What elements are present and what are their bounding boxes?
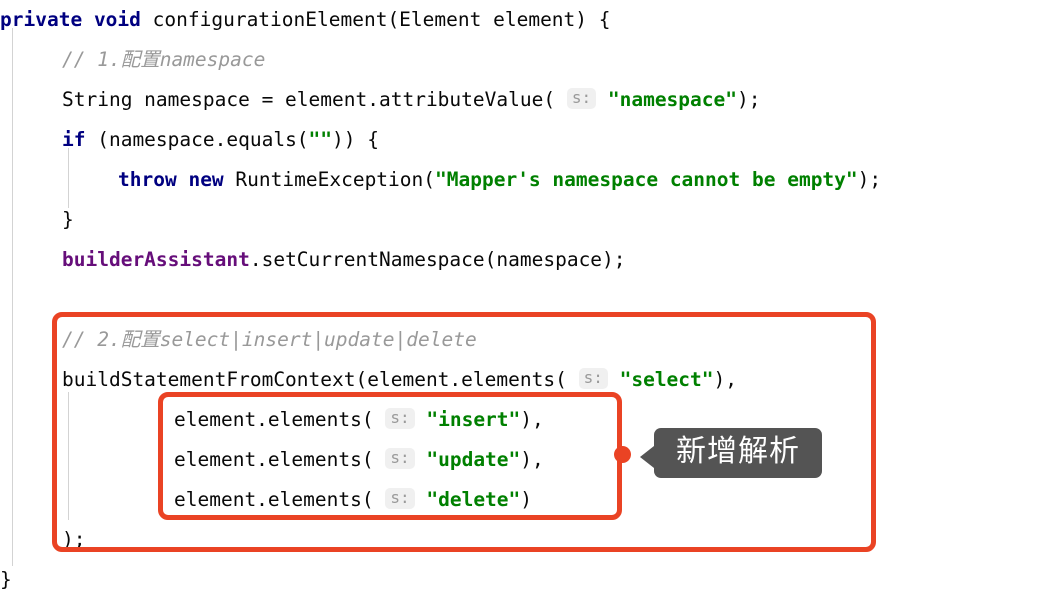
code-token: ), <box>520 448 544 471</box>
line-string-namespace: String namespace = element.attributeValu… <box>0 80 1040 120</box>
code-token: element.elements( <box>174 448 374 471</box>
line-elements-update: element.elements( s: "update"), <box>0 440 1040 480</box>
code-token: (namespace.equals( <box>85 128 309 151</box>
code-token: element.elements( <box>174 488 374 511</box>
code-token: ), <box>520 408 544 431</box>
code-token: } <box>0 568 12 591</box>
code-token: String namespace = element.attributeValu… <box>62 88 556 111</box>
parameter-hint-chip: s: <box>385 448 415 469</box>
code-token: ), <box>713 368 737 391</box>
keyword-token: private <box>0 8 83 31</box>
code-token: ); <box>62 528 86 551</box>
code-comment: // 1.配置namespace <box>62 48 266 71</box>
string-literal: "" <box>308 128 333 151</box>
line-if-namespace-equals: if (namespace.equals("")) { <box>0 120 1040 160</box>
code-comment: // 2.配置select|insert|update|delete <box>62 328 477 351</box>
code-editor-canvas: private void configurationElement(Elemen… <box>0 0 1040 600</box>
string-literal: "select" <box>619 368 714 391</box>
string-literal: "namespace" <box>607 88 737 111</box>
parameter-hint-chip: s: <box>566 88 597 109</box>
keyword-token: throw <box>118 168 177 191</box>
code-token: ) <box>520 488 533 511</box>
code-token: )) { <box>332 128 379 151</box>
parameter-hint-chip: s: <box>385 488 415 509</box>
line-close-method-brace: } <box>0 560 1040 600</box>
code-token: ); <box>857 168 882 191</box>
line-elements-delete: element.elements( s: "delete") <box>0 480 1040 520</box>
code-token: configurationElement(Element element) { <box>140 8 611 31</box>
callout-label: 新增解析 <box>654 428 822 478</box>
line-blank-1 <box>0 280 1040 320</box>
line-elements-insert: element.elements( s: "insert"), <box>0 400 1040 440</box>
line-close-if-brace: } <box>0 200 1040 240</box>
line-comment-2: // 2.配置select|insert|update|delete <box>0 320 1040 360</box>
string-literal: "delete" <box>426 488 521 511</box>
line-throw-runtime-exception: throw new RuntimeException("Mapper's nam… <box>0 160 1040 200</box>
code-token: ); <box>737 88 761 111</box>
string-literal: "update" <box>426 448 521 471</box>
keyword-token: new <box>188 168 224 191</box>
line-build-statement-select: buildStatementFromContext(element.elemen… <box>0 360 1040 400</box>
parameter-hint-chip: s: <box>385 408 415 429</box>
parameter-hint-chip: s: <box>578 368 608 389</box>
string-literal: "insert" <box>426 408 521 431</box>
callout-arrow-icon <box>640 446 654 468</box>
field-token: builderAssistant <box>62 248 250 271</box>
code-token: } <box>62 208 74 231</box>
keyword-token: if <box>62 128 86 151</box>
string-literal: "Mapper's namespace cannot be empty" <box>435 168 858 191</box>
callout-anchor-dot-icon <box>614 446 631 463</box>
line-set-current-namespace: builderAssistant.setCurrentNamespace(nam… <box>0 240 1040 280</box>
line-close-call: ); <box>0 520 1040 560</box>
code-token: element.elements( <box>174 408 374 431</box>
code-token: .setCurrentNamespace(namespace); <box>249 248 626 271</box>
line-method-signature: private void configurationElement(Elemen… <box>0 0 1040 40</box>
code-token: RuntimeException( <box>223 168 436 191</box>
line-comment-1: // 1.配置namespace <box>0 40 1040 80</box>
code-token: buildStatementFromContext(element.elemen… <box>62 368 567 391</box>
keyword-token: void <box>93 8 141 31</box>
